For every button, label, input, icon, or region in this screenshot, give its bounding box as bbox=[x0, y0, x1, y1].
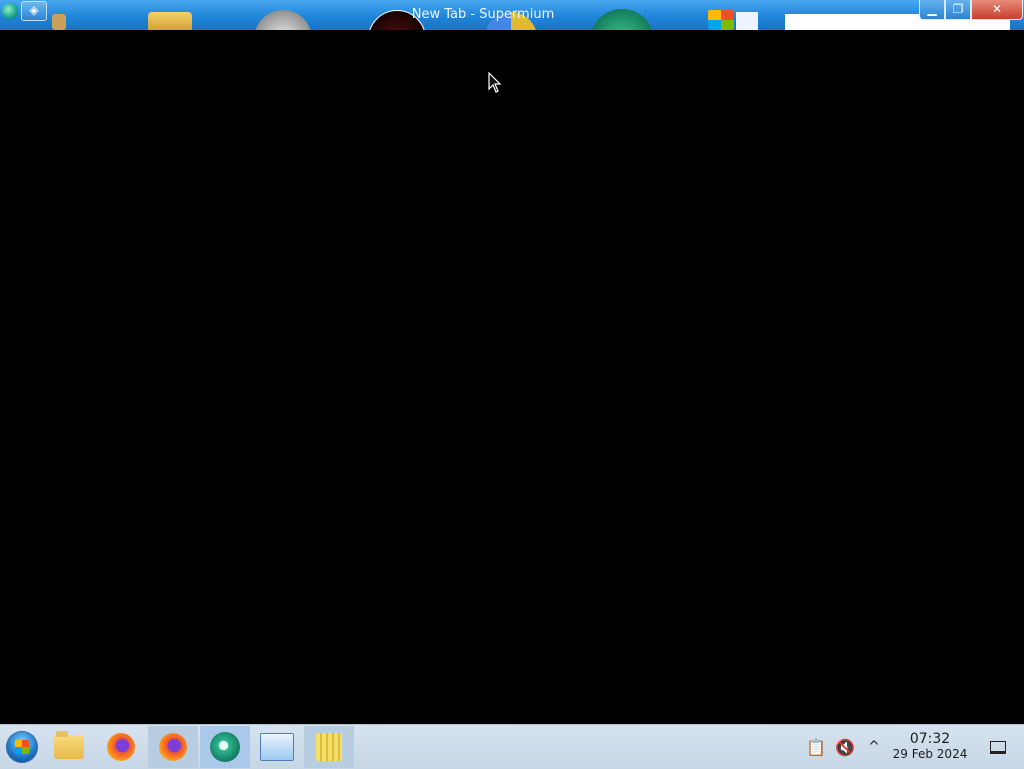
minimize-button[interactable]: ▁ bbox=[919, 0, 945, 20]
taskbar-item-network[interactable] bbox=[252, 726, 302, 768]
notes-icon bbox=[316, 733, 342, 761]
taskbar-item-firefox-2[interactable] bbox=[148, 726, 198, 768]
taskbar-item-file-explorer[interactable] bbox=[44, 726, 94, 768]
folder-icon bbox=[54, 731, 84, 759]
start-button[interactable] bbox=[0, 726, 44, 768]
window-titlebar[interactable]: ◈ New Tab - Supermium ▁ ❐ ✕ bbox=[0, 0, 1024, 30]
maximize-button[interactable]: ❐ bbox=[945, 0, 971, 20]
taskbar-clock[interactable]: 07:32 29 Feb 2024 bbox=[888, 731, 972, 762]
window-title: New Tab - Supermium bbox=[411, 7, 555, 22]
taskbar-item-notes[interactable] bbox=[304, 726, 354, 768]
firefox-icon bbox=[107, 733, 135, 761]
browser-content-area[interactable] bbox=[0, 30, 1024, 724]
clipboard-icon[interactable]: 📋 bbox=[806, 725, 826, 769]
taskbar: 📋 🔇 ^ 07:32 29 Feb 2024 bbox=[0, 724, 1024, 769]
mouse-cursor-icon bbox=[488, 72, 502, 93]
clock-date: 29 Feb 2024 bbox=[892, 747, 968, 761]
taskbar-item-supermium[interactable] bbox=[200, 726, 250, 768]
show-hidden-icons-chevron-icon[interactable]: ^ bbox=[864, 725, 884, 769]
network-icon bbox=[260, 733, 294, 761]
firefox-icon bbox=[159, 733, 187, 761]
taskbar-item-firefox[interactable] bbox=[96, 726, 146, 768]
clock-time: 07:32 bbox=[909, 731, 951, 747]
notification-center-button[interactable] bbox=[986, 725, 1010, 769]
notification-icon bbox=[990, 740, 1006, 754]
supermium-icon bbox=[210, 732, 240, 762]
windows-start-orb-icon bbox=[6, 731, 38, 763]
close-button[interactable]: ✕ bbox=[971, 0, 1023, 20]
volume-muted-icon[interactable]: 🔇 bbox=[834, 725, 856, 769]
